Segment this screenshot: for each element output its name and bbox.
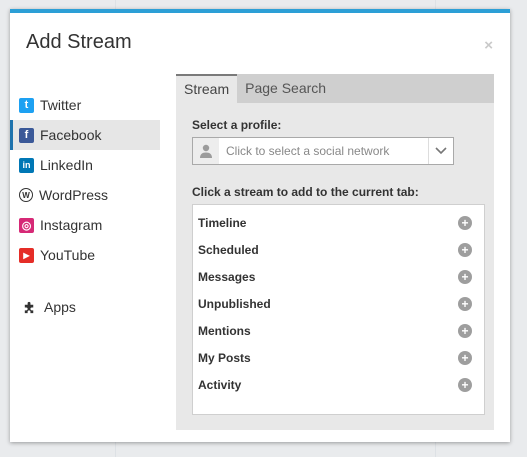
stream-name: Messages bbox=[198, 269, 256, 284]
sidebar-item-linkedin[interactable]: in LinkedIn bbox=[10, 150, 160, 180]
profile-label: Select a profile: bbox=[192, 118, 282, 132]
add-icon[interactable]: + bbox=[458, 269, 472, 284]
sidebar-item-label: Instagram bbox=[40, 217, 103, 233]
add-stream-dialog: Add Stream × t Twitter f Facebook in Lin… bbox=[10, 9, 510, 442]
stream-panel: Stream Page Search Select a profile: Cli… bbox=[176, 74, 494, 430]
sidebar-item-youtube[interactable]: ▶ YouTube bbox=[10, 240, 160, 270]
add-icon[interactable]: + bbox=[458, 242, 472, 257]
add-icon[interactable]: + bbox=[458, 296, 472, 311]
profile-select[interactable]: Click to select a social network bbox=[192, 137, 454, 165]
stream-name: Activity bbox=[198, 377, 242, 392]
list-item[interactable]: Scheduled + bbox=[193, 236, 484, 263]
tab-bar: Stream Page Search bbox=[176, 74, 494, 103]
sidebar-item-label: YouTube bbox=[40, 247, 96, 263]
stream-name: Unpublished bbox=[198, 296, 271, 311]
sidebar-item-wordpress[interactable]: W WordPress bbox=[10, 180, 160, 210]
sidebar-item-apps[interactable]: Apps bbox=[10, 292, 160, 322]
network-sidebar: t Twitter f Facebook in LinkedIn W WordP… bbox=[10, 90, 160, 322]
tab-page-search[interactable]: Page Search bbox=[237, 74, 334, 103]
instagram-icon: ◎ bbox=[19, 217, 34, 233]
wordpress-icon: W bbox=[19, 188, 33, 202]
list-item[interactable]: Activity + bbox=[193, 371, 484, 398]
stream-name: Timeline bbox=[198, 215, 247, 230]
panel-body: Select a profile: Click to select a soci… bbox=[192, 118, 486, 415]
list-item[interactable]: Unpublished + bbox=[193, 290, 484, 317]
stream-name: Mentions bbox=[198, 323, 251, 338]
sidebar-item-facebook[interactable]: f Facebook bbox=[10, 120, 160, 150]
linkedin-icon: in bbox=[19, 157, 34, 173]
sidebar-item-label: LinkedIn bbox=[40, 157, 93, 173]
puzzle-icon bbox=[22, 300, 37, 315]
list-item[interactable]: Mentions + bbox=[193, 317, 484, 344]
add-icon[interactable]: + bbox=[458, 350, 472, 365]
add-icon[interactable]: + bbox=[458, 377, 472, 392]
stream-name: My Posts bbox=[198, 350, 251, 365]
sidebar-item-instagram[interactable]: ◎ Instagram bbox=[10, 210, 160, 240]
sidebar-item-label: Apps bbox=[44, 299, 76, 315]
stream-name: Scheduled bbox=[198, 242, 259, 257]
sidebar-item-label: Facebook bbox=[40, 127, 102, 143]
tab-stream[interactable]: Stream bbox=[176, 74, 238, 103]
list-item[interactable]: My Posts + bbox=[193, 344, 484, 371]
stream-list: Timeline + Scheduled + Messages + Unpublish… bbox=[192, 204, 485, 415]
chevron-down-icon[interactable] bbox=[428, 138, 453, 164]
sidebar-item-label: WordPress bbox=[39, 187, 108, 203]
facebook-icon: f bbox=[19, 127, 34, 143]
person-icon bbox=[193, 138, 219, 164]
sidebar-item-twitter[interactable]: t Twitter bbox=[10, 90, 160, 120]
dialog-title: Add Stream bbox=[26, 31, 132, 53]
list-item[interactable]: Messages + bbox=[193, 263, 484, 290]
youtube-icon: ▶ bbox=[19, 247, 34, 263]
list-item[interactable]: Timeline + bbox=[193, 209, 484, 236]
close-icon[interactable]: × bbox=[484, 37, 493, 54]
add-icon[interactable]: + bbox=[458, 215, 472, 230]
add-icon[interactable]: + bbox=[458, 323, 472, 338]
twitter-icon: t bbox=[19, 97, 34, 113]
sidebar-item-label: Twitter bbox=[40, 97, 82, 113]
profile-select-placeholder: Click to select a social network bbox=[226, 144, 390, 158]
stream-list-label: Click a stream to add to the current tab… bbox=[192, 185, 419, 199]
